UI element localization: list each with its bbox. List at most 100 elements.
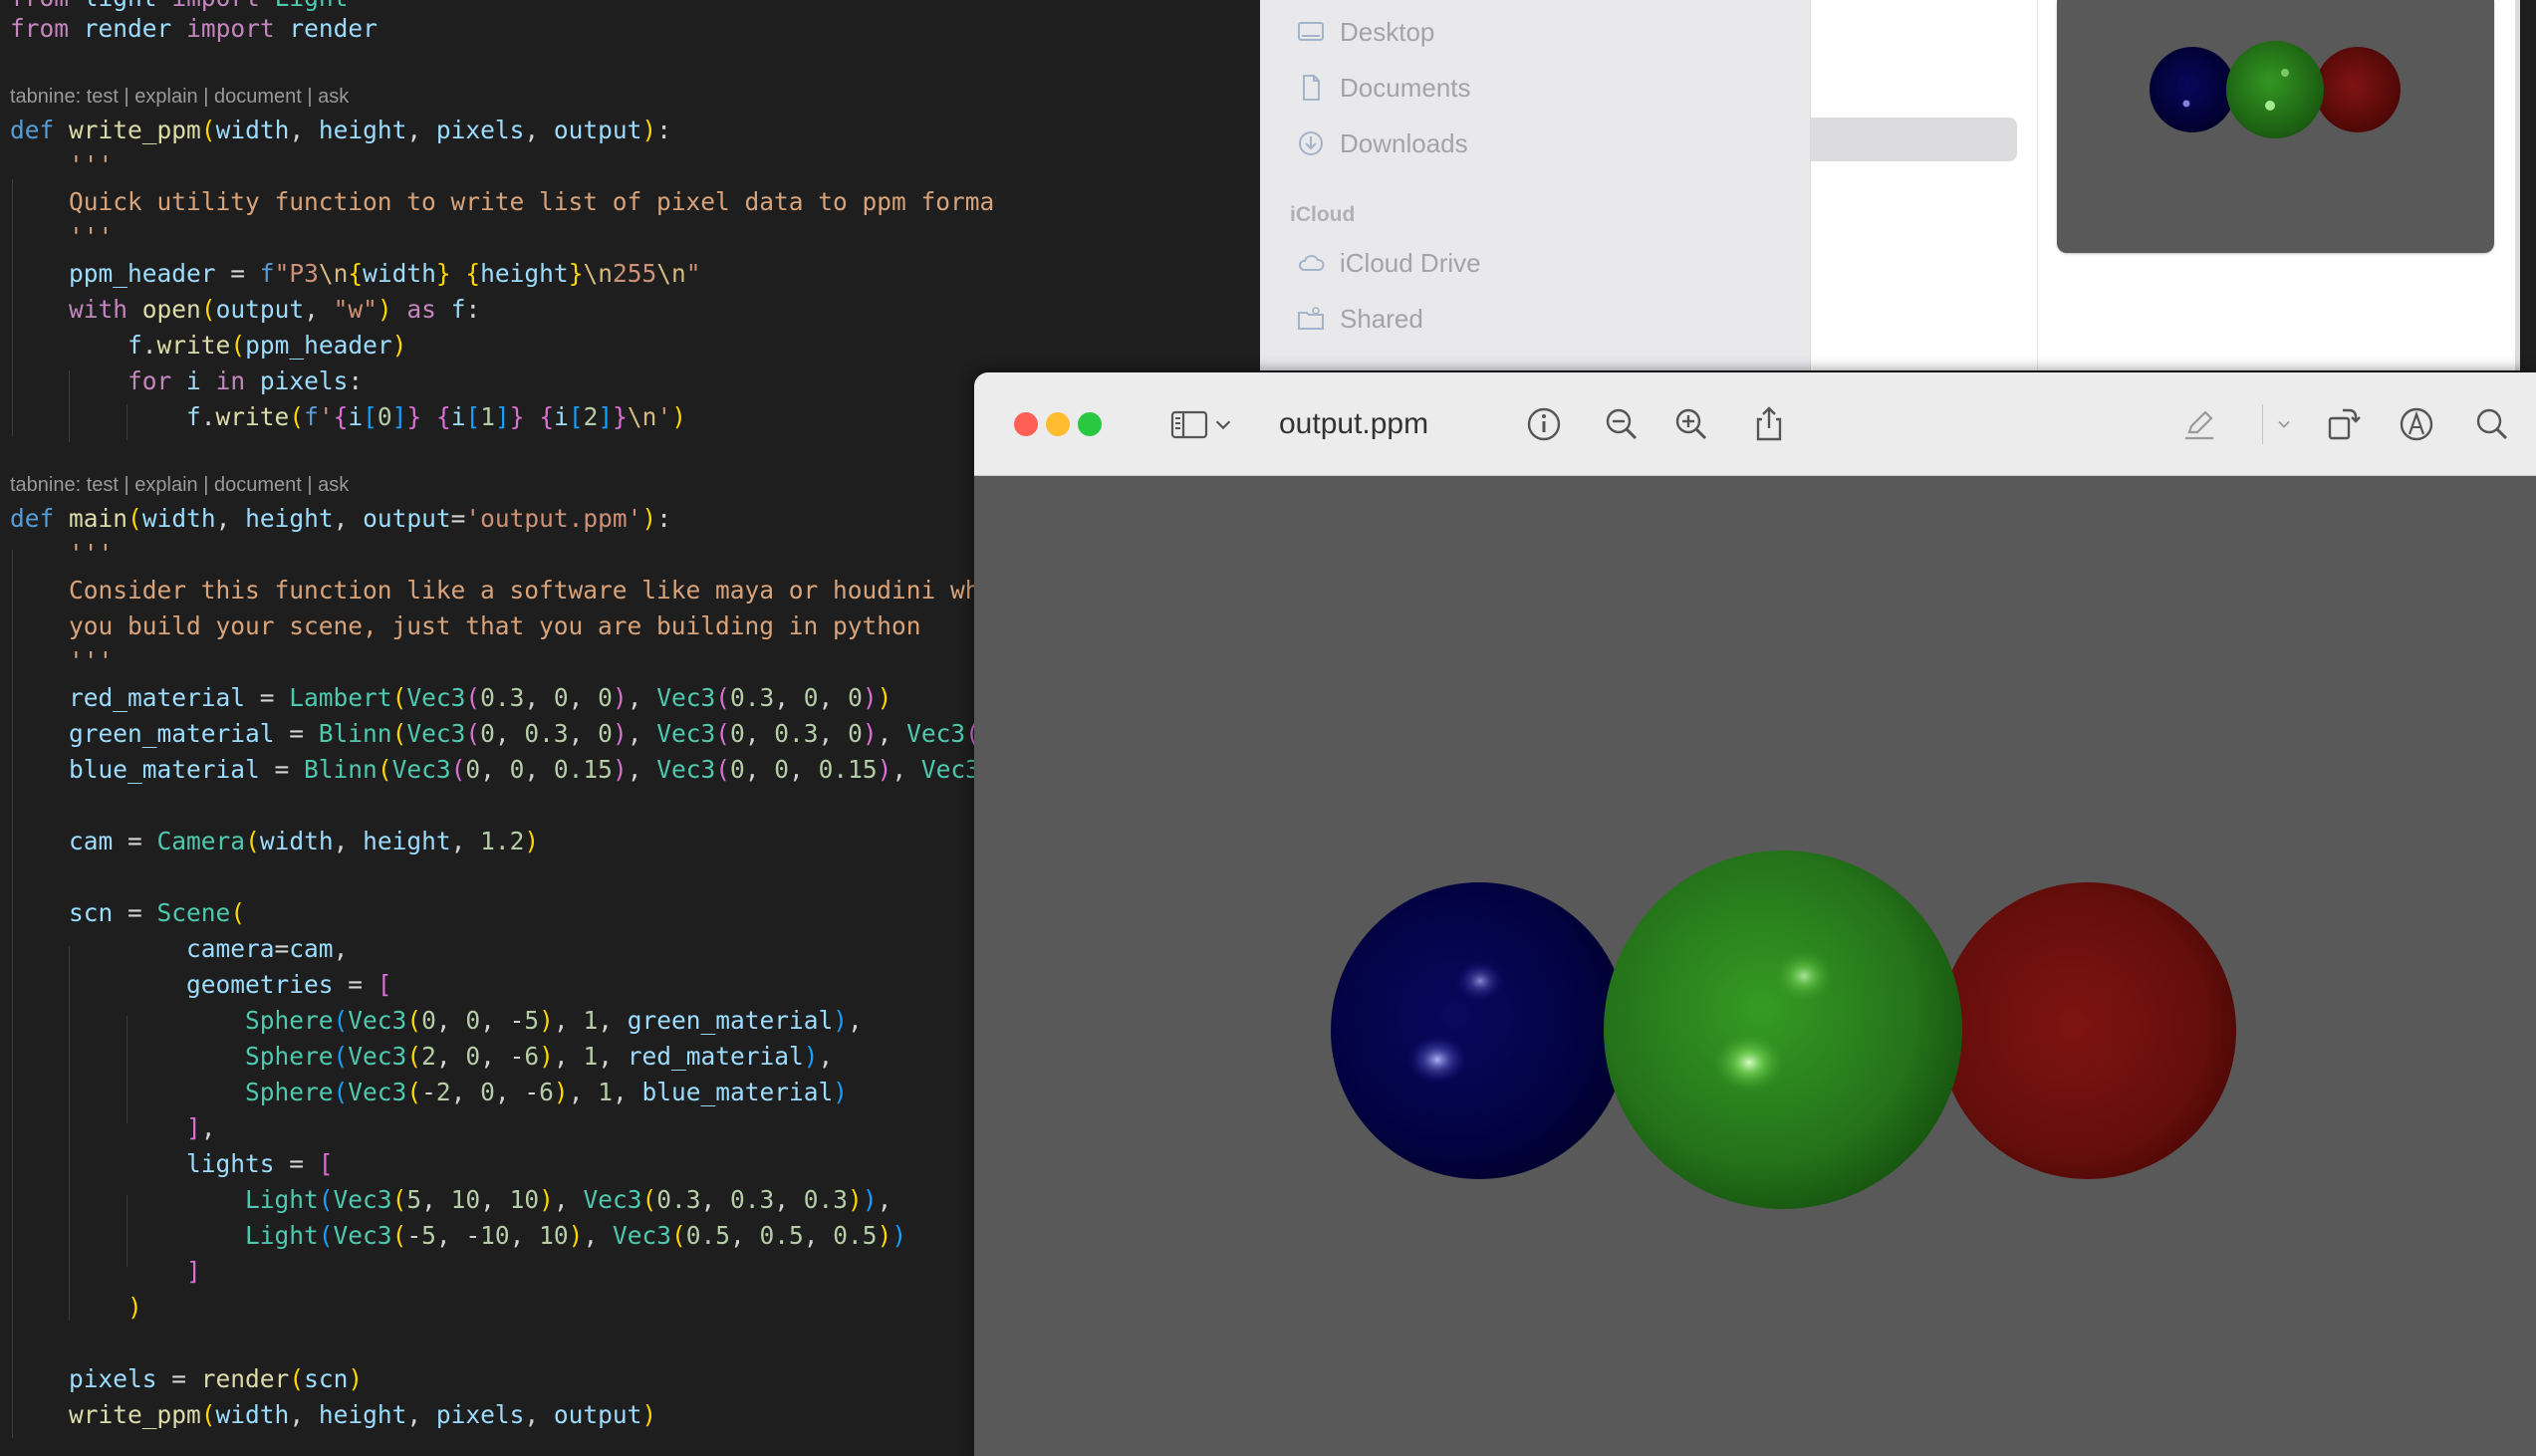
code-line[interactable]: blue_material = Blinn(Vec3(0, 0, 0.15), …: [10, 752, 995, 788]
code-line[interactable]: f.write(f'{i[0]} {i[1]} {i[2]}\n'): [10, 399, 686, 435]
markup-pen-icon: [2185, 410, 2213, 440]
sidebar-item-label: Shared: [1340, 303, 1423, 334]
image-canvas[interactable]: [974, 476, 2536, 1456]
search-icon: [2476, 408, 2508, 440]
sidebar-item-icloud-drive[interactable]: iCloud Drive: [1296, 243, 1481, 283]
code-line[interactable]: Sphere(Vec3(-2, 0, -6), 1, blue_material…: [10, 1075, 848, 1110]
toolbar-separator: [2262, 404, 2263, 444]
code-line[interactable]: Sphere(Vec3(0, 0, -5), 1, green_material…: [10, 1003, 863, 1039]
sidebar-toggle-button[interactable]: [1167, 402, 1211, 446]
code-line[interactable]: def write_ppm(width, height, pixels, out…: [10, 113, 671, 148]
sidebar-item-documents[interactable]: Documents: [1296, 68, 1471, 108]
code-line[interactable]: for i in pixels:: [10, 364, 363, 399]
column-divider[interactable]: [2037, 0, 2038, 370]
preview-toolbar: output.ppm: [974, 372, 2536, 476]
code-line[interactable]: cam = Camera(width, height, 1.2): [10, 824, 539, 859]
code-line[interactable]: with open(output, "w") as f:: [10, 292, 480, 328]
zoom-out-button[interactable]: [1600, 402, 1644, 446]
code-line[interactable]: lights = [: [10, 1146, 334, 1182]
rotate-button[interactable]: [2321, 402, 2365, 446]
chevron-down-icon: [1215, 420, 1231, 430]
zoom-in-button[interactable]: [1669, 402, 1713, 446]
code-line[interactable]: ''': [10, 643, 113, 679]
file-thumbnail[interactable]: [2057, 0, 2494, 253]
document-icon: [1303, 75, 1320, 101]
chevron-down-icon: [2278, 420, 2290, 428]
search-button[interactable]: [2470, 402, 2514, 446]
codelens[interactable]: tabnine: test | explain | document | ask: [10, 472, 349, 498]
code-line[interactable]: def main(width, height, output='output.p…: [10, 501, 671, 537]
thumbnail-red-sphere: [2315, 47, 2401, 132]
desktop-icon: [1298, 22, 1324, 41]
code-editor[interactable]: from light import Light from render impo…: [0, 0, 996, 1456]
code-line[interactable]: ): [10, 1290, 142, 1326]
code-line[interactable]: Quick utility function to write list of …: [10, 184, 996, 220]
thumbnail-green-sphere: [2226, 41, 2324, 138]
info-button[interactable]: [1522, 402, 1566, 446]
share-icon: [1756, 406, 1782, 441]
code-line[interactable]: write_ppm(width, height, pixels, output): [10, 1397, 656, 1433]
markup-menu-button[interactable]: [2269, 402, 2299, 446]
code-line[interactable]: ''': [10, 219, 113, 255]
sidebar-item-desktop[interactable]: Desktop: [1296, 12, 1434, 52]
sidebar-item-label: Downloads: [1340, 127, 1468, 158]
cloud-icon: [1298, 255, 1325, 271]
info-icon: [1527, 407, 1561, 441]
sidebar-item-shared[interactable]: Shared: [1296, 299, 1423, 339]
thumbnail-render: [2150, 41, 2401, 138]
code-line[interactable]: ''': [10, 536, 113, 572]
blue-sphere: [1331, 882, 1628, 1179]
code-line[interactable]: ],: [10, 1110, 216, 1146]
view-menu-button[interactable]: [1209, 402, 1237, 446]
green-sphere: [1604, 850, 1962, 1209]
minimize-button[interactable]: [1046, 412, 1070, 436]
thumbnail-blue-sphere: [2150, 47, 2235, 132]
selected-row[interactable]: [1810, 118, 2017, 161]
code-line[interactable]: camera=cam,: [10, 931, 348, 967]
code-line[interactable]: ''': [10, 147, 113, 183]
zoom-button[interactable]: [1078, 412, 1102, 436]
code-line[interactable]: Light(Vec3(-5, -10, 10), Vec3(0.5, 0.5, …: [10, 1218, 906, 1254]
code-line[interactable]: geometries = [: [10, 967, 392, 1003]
code-line[interactable]: green_material = Blinn(Vec3(0, 0.3, 0), …: [10, 716, 995, 752]
scrollbar[interactable]: [2515, 0, 2520, 370]
markup-pen-button[interactable]: [2177, 402, 2221, 446]
code-line[interactable]: from render import render: [10, 11, 378, 47]
rendered-image: [1331, 850, 2236, 1209]
markup-button[interactable]: [2395, 402, 2438, 446]
preview-window: output.ppm: [974, 372, 2536, 1456]
specular-highlight: [1407, 1036, 1467, 1084]
sidebar-section-icloud: iCloud: [1290, 203, 1356, 226]
rotate-icon: [2328, 408, 2361, 440]
code-line[interactable]: pixels = render(scn): [10, 1361, 363, 1397]
sidebar-item-downloads[interactable]: Downloads: [1296, 123, 1468, 163]
codelens[interactable]: tabnine: test | explain | document | ask: [10, 84, 349, 110]
zoom-in-icon: [1675, 408, 1707, 440]
close-button[interactable]: [1014, 412, 1038, 436]
finder-sidebar: Desktop Documents Downloads iCloud iClou…: [1260, 0, 1811, 370]
code-line[interactable]: Sphere(Vec3(2, 0, -6), 1, red_material),: [10, 1039, 833, 1075]
sidebar-item-label: Desktop: [1340, 16, 1435, 47]
document-title[interactable]: output.ppm: [1279, 404, 1428, 444]
code-line[interactable]: red_material = Lambert(Vec3(0.3, 0, 0), …: [10, 680, 891, 716]
highlight: [2265, 101, 2275, 111]
specular-highlight: [1713, 1033, 1785, 1092]
downloads-icon: [1299, 131, 1323, 155]
sidebar-item-label: iCloud Drive: [1340, 247, 1481, 278]
red-sphere: [1939, 882, 2236, 1179]
markup-icon: [2400, 407, 2433, 441]
specular-highlight: [1456, 961, 1504, 1001]
code-line[interactable]: Consider this function like a software l…: [10, 573, 994, 608]
code-line[interactable]: you build your scene, just that you are …: [10, 608, 921, 644]
highlight: [2281, 69, 2289, 77]
code-line[interactable]: scn = Scene(: [10, 895, 245, 931]
shared-folder-icon: [1298, 307, 1324, 330]
highlight: [2182, 100, 2190, 108]
share-button[interactable]: [1747, 402, 1791, 446]
specular-highlight: [1774, 950, 1834, 1002]
code-line[interactable]: ]: [10, 1254, 201, 1290]
code-line[interactable]: f.write(ppm_header): [10, 328, 406, 364]
code-line[interactable]: Light(Vec3(5, 10, 10), Vec3(0.3, 0.3, 0.…: [10, 1182, 891, 1218]
sidebar-toggle-icon: [1170, 410, 1208, 439]
code-line[interactable]: ppm_header = f"P3\n{width} {height}\n255…: [10, 256, 701, 292]
